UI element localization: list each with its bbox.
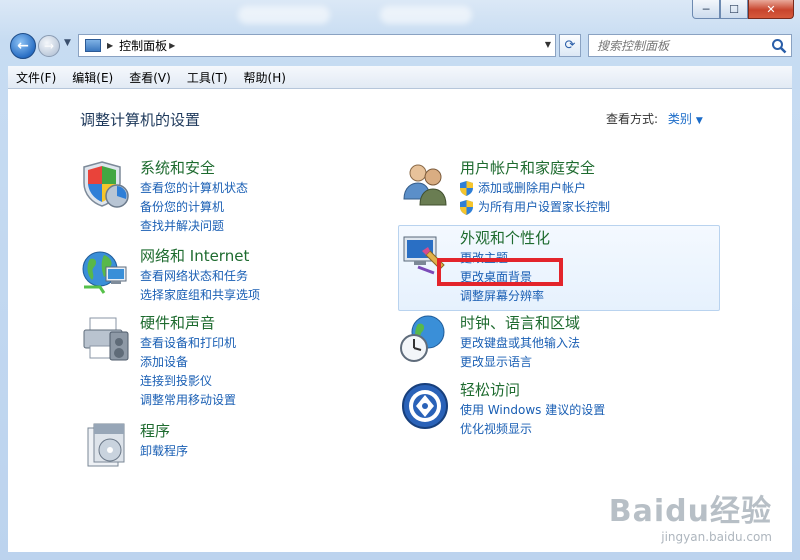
category-title[interactable]: 程序 bbox=[140, 420, 170, 441]
link-change-keyboard[interactable]: 更改键盘或其他输入法 bbox=[460, 334, 580, 353]
content-area: 调整计算机的设置 查看方式: 类别 ▼ 系统和安全 查看您的计算机状态 备份您的计… bbox=[8, 89, 792, 552]
watermark-logo: Baidu经验 bbox=[608, 494, 772, 529]
caption-blur bbox=[238, 6, 330, 24]
annotation-highlight-box bbox=[437, 258, 563, 286]
link-add-device[interactable]: 添加设备 bbox=[140, 353, 236, 372]
maximize-button[interactable]: ☐ bbox=[720, 0, 748, 19]
history-dropdown-icon[interactable]: ▼ bbox=[64, 38, 71, 48]
category-title[interactable]: 硬件和声音 bbox=[140, 312, 215, 333]
menu-help[interactable]: 帮助(H) bbox=[236, 69, 294, 86]
category-title[interactable]: 外观和个性化 bbox=[460, 227, 550, 248]
breadcrumb-control-panel[interactable]: 控制面板 bbox=[119, 37, 167, 54]
category-title[interactable]: 时钟、语言和区域 bbox=[460, 312, 580, 333]
ease-of-access-icon[interactable] bbox=[400, 381, 450, 431]
link-check-computer-status[interactable]: 查看您的计算机状态 bbox=[140, 179, 248, 198]
view-by-label: 查看方式: bbox=[606, 112, 659, 126]
link-label: 添加或删除用户帐户 bbox=[478, 181, 587, 195]
chevron-down-icon[interactable]: ▼ bbox=[696, 116, 703, 126]
uac-shield-icon bbox=[460, 200, 473, 215]
link-troubleshoot[interactable]: 查找并解决问题 bbox=[140, 217, 248, 236]
window-frame: ─ ☐ ✕ ← → ▼ ▶ 控制面板 ▶ ▼ ⟳ 文件(F) 编辑(E) 查看(… bbox=[0, 0, 800, 560]
link-homegroup-sharing[interactable]: 选择家庭组和共享选项 bbox=[140, 286, 260, 305]
link-connect-projector[interactable]: 连接到投影仪 bbox=[140, 372, 236, 391]
link-devices-printers[interactable]: 查看设备和打印机 bbox=[140, 334, 236, 353]
search-box[interactable] bbox=[588, 34, 792, 57]
menu-file[interactable]: 文件(F) bbox=[8, 69, 64, 86]
breadcrumb-chevron-icon[interactable]: ▶ bbox=[107, 41, 113, 50]
menu-view[interactable]: 查看(V) bbox=[121, 69, 179, 86]
link-uninstall-program[interactable]: 卸载程序 bbox=[140, 442, 188, 461]
refresh-icon: ⟳ bbox=[564, 38, 576, 53]
back-button[interactable]: ← bbox=[10, 33, 36, 59]
category-title[interactable]: 网络和 Internet bbox=[140, 245, 249, 266]
menu-tools[interactable]: 工具(T) bbox=[179, 69, 236, 86]
search-icon[interactable] bbox=[771, 38, 787, 54]
link-mobility-settings[interactable]: 调整常用移动设置 bbox=[140, 391, 236, 410]
address-bar[interactable]: ▶ 控制面板 ▶ ▼ bbox=[78, 34, 556, 57]
navigation-bar: ← → ▼ ▶ 控制面板 ▶ ▼ ⟳ bbox=[8, 32, 792, 60]
close-button[interactable]: ✕ bbox=[748, 0, 794, 19]
users-icon[interactable] bbox=[400, 159, 450, 209]
link-label: 为所有用户设置家长控制 bbox=[478, 200, 611, 214]
arrow-left-icon: ← bbox=[17, 38, 29, 54]
link-optimize-visual-display[interactable]: 优化视频显示 bbox=[460, 420, 605, 439]
uac-shield-icon bbox=[460, 181, 473, 196]
link-backup-computer[interactable]: 备份您的计算机 bbox=[140, 198, 248, 217]
programs-icon[interactable] bbox=[80, 422, 130, 472]
clock-globe-icon[interactable] bbox=[400, 314, 450, 364]
shield-security-icon[interactable] bbox=[80, 159, 130, 209]
breadcrumb-chevron-icon[interactable]: ▶ bbox=[169, 41, 175, 50]
page-title: 调整计算机的设置 bbox=[80, 111, 201, 129]
link-windows-recommended-settings[interactable]: 使用 Windows 建议的设置 bbox=[460, 401, 605, 420]
category-title[interactable]: 用户帐户和家庭安全 bbox=[460, 157, 595, 178]
refresh-button[interactable]: ⟳ bbox=[559, 34, 581, 57]
link-parental-controls[interactable]: 为所有用户设置家长控制 bbox=[460, 198, 610, 217]
minimize-button[interactable]: ─ bbox=[692, 0, 720, 19]
search-input[interactable] bbox=[595, 37, 769, 54]
watermark-url: jingyan.baidu.com bbox=[661, 530, 772, 544]
printer-hardware-icon[interactable] bbox=[80, 314, 130, 364]
category-title[interactable]: 系统和安全 bbox=[140, 157, 215, 178]
link-screen-resolution[interactable]: 调整屏幕分辨率 bbox=[460, 287, 544, 306]
control-panel-icon bbox=[85, 39, 101, 52]
window-controls: ─ ☐ ✕ bbox=[692, 0, 794, 19]
link-add-remove-users[interactable]: 添加或删除用户帐户 bbox=[460, 179, 610, 198]
caption-blur bbox=[380, 6, 472, 24]
watermark: Baidu经验 jingyan.baidu.com bbox=[609, 486, 772, 544]
category-title[interactable]: 轻松访问 bbox=[460, 379, 520, 400]
network-globe-icon[interactable] bbox=[80, 247, 130, 297]
link-change-display-language[interactable]: 更改显示语言 bbox=[460, 353, 580, 372]
link-network-status[interactable]: 查看网络状态和任务 bbox=[140, 267, 260, 286]
view-by: 查看方式: 类别 ▼ bbox=[606, 110, 703, 127]
view-by-dropdown[interactable]: 类别 bbox=[668, 112, 692, 126]
menu-edit[interactable]: 编辑(E) bbox=[64, 69, 121, 86]
arrow-right-icon: → bbox=[43, 39, 55, 53]
forward-button[interactable]: → bbox=[38, 35, 60, 57]
address-dropdown-icon[interactable]: ▼ bbox=[545, 40, 551, 49]
menu-bar: 文件(F) 编辑(E) 查看(V) 工具(T) 帮助(H) bbox=[8, 66, 792, 89]
